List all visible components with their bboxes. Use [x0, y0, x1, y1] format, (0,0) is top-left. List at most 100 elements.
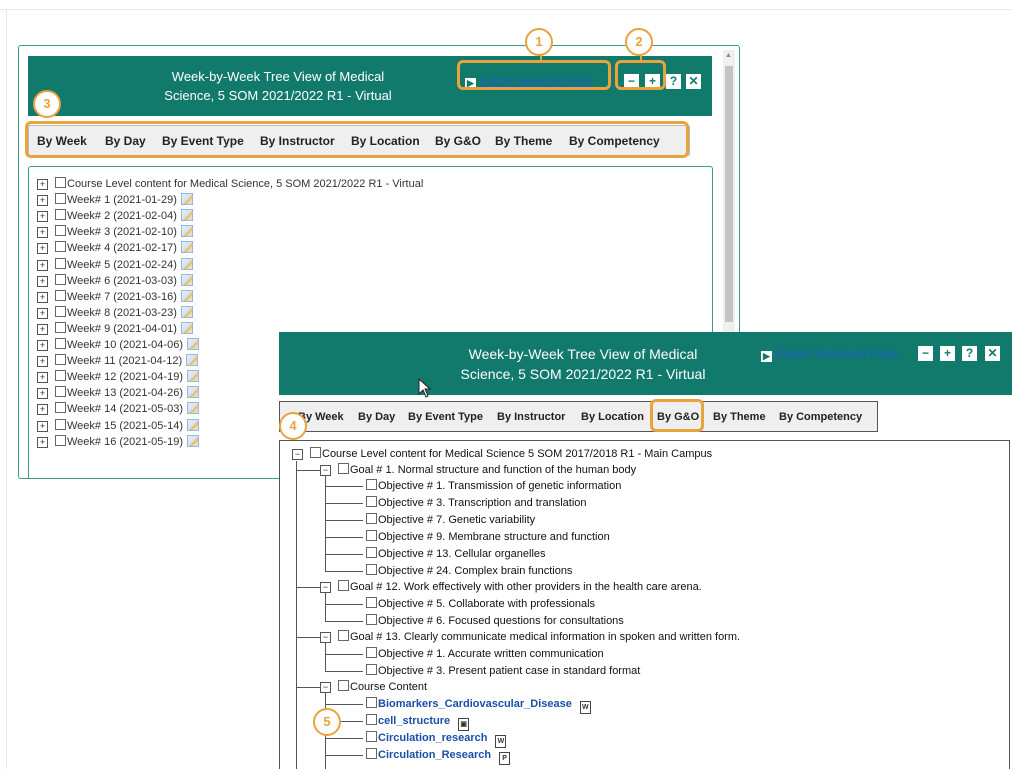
collapse-icon[interactable]: − [320, 582, 331, 593]
collapse-all-button[interactable]: − [918, 346, 933, 361]
tab-by-instructor[interactable]: By Instructor [497, 402, 565, 431]
week-checkbox[interactable] [55, 273, 66, 285]
collapse-icon[interactable]: − [320, 682, 331, 693]
edit-pencil-icon[interactable] [180, 257, 193, 270]
expand-icon[interactable]: + [37, 275, 48, 287]
help-button[interactable]: ? [666, 74, 681, 89]
tree-connector [325, 593, 326, 621]
file-item[interactable]: Biomarkers_Cardiovascular_Disease W [366, 697, 591, 714]
objective-checkbox[interactable] [366, 513, 377, 524]
expand-icon[interactable]: + [37, 356, 48, 368]
file-item[interactable]: Circulation_Research P [366, 748, 511, 765]
collapse-icon[interactable]: − [292, 449, 303, 460]
scrollbar-thumb[interactable] [725, 66, 733, 322]
file-checkbox[interactable] [366, 731, 377, 742]
expand-icon[interactable]: + [37, 195, 48, 207]
expand-icon[interactable]: + [37, 388, 48, 400]
tab-by-day[interactable]: By Day [358, 402, 395, 431]
week-checkbox[interactable] [55, 370, 66, 382]
edit-pencil-icon[interactable] [180, 193, 193, 206]
expand-icon[interactable]: + [37, 420, 48, 432]
file-link[interactable]: Circulation_research [378, 732, 487, 744]
week-checkbox[interactable] [55, 225, 66, 237]
goal-checkbox[interactable] [338, 630, 349, 641]
scroll-up-icon[interactable]: ▲ [725, 52, 732, 59]
tab-by-theme[interactable]: By Theme [713, 402, 766, 431]
edit-pencil-icon[interactable] [180, 209, 193, 222]
week-checkbox[interactable] [55, 386, 66, 398]
objective-checkbox[interactable] [366, 479, 377, 490]
expand-icon[interactable]: + [37, 291, 48, 303]
objective-checkbox[interactable] [366, 564, 377, 575]
week-checkbox[interactable] [55, 338, 66, 349]
edit-pencil-icon[interactable] [186, 434, 199, 447]
file-item[interactable]: cell_structure ▣ [366, 714, 470, 731]
expand-icon[interactable]: + [37, 307, 48, 319]
edit-pencil-icon[interactable] [186, 418, 199, 431]
goal-checkbox[interactable] [338, 463, 349, 474]
edit-pencil-icon[interactable] [186, 402, 199, 415]
week-checkbox[interactable] [55, 289, 66, 301]
expand-icon[interactable]: + [37, 211, 48, 223]
expand-icon[interactable]: + [37, 323, 48, 335]
expand-icon[interactable]: + [37, 243, 48, 255]
edit-pencil-icon[interactable] [186, 354, 199, 367]
edit-pencil-icon[interactable] [180, 321, 193, 334]
file-checkbox[interactable] [366, 748, 377, 759]
file-item[interactable]: Circulation_research W [366, 731, 507, 748]
tree-connector [325, 704, 363, 705]
edit-pencil-icon[interactable] [180, 289, 193, 302]
week-checkbox[interactable] [55, 257, 66, 269]
week-checkbox[interactable] [55, 305, 66, 317]
close-button[interactable]: ✕ [985, 346, 1000, 361]
expand-all-button[interactable]: + [940, 346, 955, 361]
week-checkbox[interactable] [55, 402, 66, 414]
edit-pencil-icon[interactable] [186, 386, 199, 399]
expand-icon[interactable]: + [37, 340, 48, 351]
help-button[interactable]: ? [962, 346, 977, 361]
edit-pencil-icon[interactable] [186, 338, 199, 350]
file-link[interactable]: Biomarkers_Cardiovascular_Disease [378, 698, 572, 710]
collapse-icon[interactable]: − [320, 465, 331, 476]
expand-icon[interactable]: + [37, 227, 48, 239]
week-checkbox[interactable] [55, 418, 66, 430]
export-selected-files-link[interactable]: ▶ Export Selected Files [761, 346, 898, 362]
tab-by-event-type[interactable]: By Event Type [408, 402, 483, 431]
goal-checkbox[interactable] [338, 580, 349, 591]
expand-icon[interactable]: + [37, 259, 48, 271]
file-link[interactable]: Circulation_Research [378, 749, 491, 761]
objective-checkbox[interactable] [366, 597, 377, 608]
expand-icon[interactable]: + [37, 436, 48, 448]
tab-by-location[interactable]: By Location [581, 402, 644, 431]
objective-checkbox[interactable] [366, 496, 377, 507]
edit-pencil-icon[interactable] [180, 225, 193, 238]
week-checkbox[interactable] [55, 177, 66, 188]
objective-checkbox[interactable] [366, 614, 377, 625]
course-content-checkbox[interactable] [338, 680, 349, 691]
week-checkbox[interactable] [55, 209, 66, 221]
tree-connector [325, 554, 363, 555]
edit-pencil-icon[interactable] [180, 241, 193, 254]
objective-checkbox[interactable] [366, 647, 377, 658]
objective-checkbox[interactable] [366, 547, 377, 558]
edit-pencil-icon[interactable] [180, 305, 193, 318]
edit-pencil-icon[interactable] [186, 370, 199, 383]
file-link[interactable]: cell_structure [378, 715, 450, 727]
week-checkbox[interactable] [55, 354, 66, 366]
collapse-icon[interactable]: − [320, 632, 331, 643]
week-checkbox[interactable] [55, 241, 66, 253]
file-checkbox[interactable] [366, 697, 377, 708]
week-checkbox[interactable] [55, 434, 66, 446]
edit-pencil-icon[interactable] [180, 273, 193, 286]
close-button[interactable]: ✕ [686, 74, 701, 89]
expand-icon[interactable]: + [37, 404, 48, 416]
expand-icon[interactable]: + [37, 372, 48, 384]
week-checkbox[interactable] [55, 321, 66, 333]
objective-checkbox[interactable] [366, 664, 377, 675]
tab-by-competency[interactable]: By Competency [779, 402, 862, 431]
objective-checkbox[interactable] [366, 530, 377, 541]
root-checkbox[interactable] [310, 447, 321, 458]
week-checkbox[interactable] [55, 193, 66, 205]
file-checkbox[interactable] [366, 714, 377, 725]
expand-icon[interactable]: + [37, 179, 48, 190]
